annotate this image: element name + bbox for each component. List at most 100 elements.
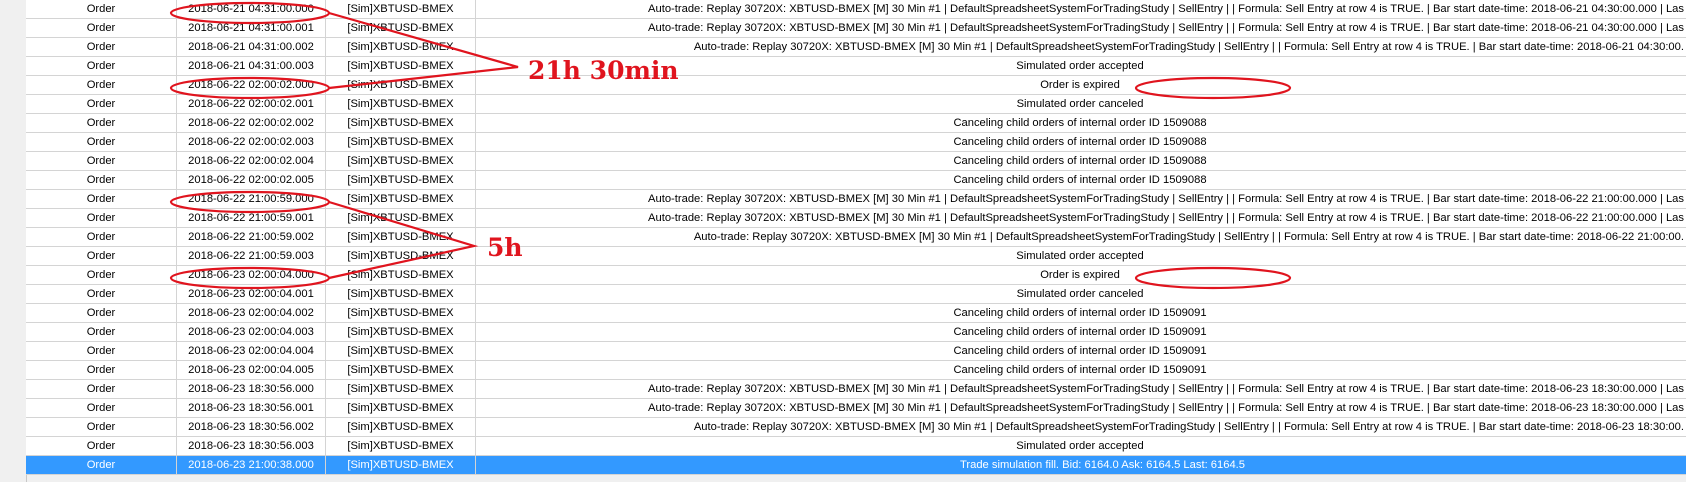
datetime-cell: 2018-06-23 02:00:04.004 <box>177 342 326 360</box>
table-row[interactable]: Order 2018-06-22 02:00:02.002 [Sim]XBTUSD-… <box>26 114 1686 133</box>
table-row[interactable]: Order 2018-06-23 18:30:56.001 [Sim]XBTUSD-… <box>26 399 1686 418</box>
type-cell: Order <box>26 323 177 341</box>
symbol-cell: [Sim]XBTUSD-BMEX <box>326 76 476 94</box>
symbol-cell: [Sim]XBTUSD-BMEX <box>326 38 476 56</box>
type-cell: Order <box>26 133 177 151</box>
datetime-cell: 2018-06-23 02:00:04.001 <box>177 285 326 303</box>
table-row[interactable]: Order 2018-06-22 21:00:59.003 [Sim]XBTUSD-… <box>26 247 1686 266</box>
datetime-cell: 2018-06-23 18:30:56.002 <box>177 418 326 436</box>
datetime-cell: 2018-06-21 04:31:00.003 <box>177 57 326 75</box>
message-cell: Canceling child orders of internal order… <box>953 155 1207 167</box>
table-row[interactable]: Order 2018-06-21 04:31:00.002 [Sim]XBTUSD-… <box>26 38 1686 57</box>
left-gutter <box>0 0 27 482</box>
table-row[interactable]: Order 2018-06-22 02:00:02.005 [Sim]XBTUSD-… <box>26 171 1686 190</box>
datetime-cell: 2018-06-23 02:00:04.005 <box>177 361 326 379</box>
datetime-cell: 2018-06-21 04:31:00.002 <box>177 38 326 56</box>
datetime-cell: 2018-06-21 04:31:00.000 <box>177 0 326 18</box>
datetime-cell: 2018-06-23 18:30:56.003 <box>177 437 326 455</box>
type-cell: Order <box>26 437 177 455</box>
symbol-cell: [Sim]XBTUSD-BMEX <box>326 171 476 189</box>
symbol-cell: [Sim]XBTUSD-BMEX <box>326 342 476 360</box>
table-row[interactable]: Order 2018-06-22 21:00:59.002 [Sim]XBTUSD-… <box>26 228 1686 247</box>
type-cell: Order <box>26 266 177 284</box>
message-cell: Simulated order canceled <box>1016 98 1144 110</box>
message-cell: Canceling child orders of internal order… <box>953 174 1207 186</box>
message-cell: Auto-trade: Replay 30720X: XBTUSD-BMEX [… <box>693 231 1684 243</box>
type-cell: Order <box>26 38 177 56</box>
type-cell: Order <box>26 114 177 132</box>
table-row[interactable]: Order 2018-06-23 02:00:04.000 [Sim]XBTUSD-… <box>26 266 1686 285</box>
type-cell: Order <box>26 380 177 398</box>
datetime-cell: 2018-06-22 21:00:59.000 <box>177 190 326 208</box>
table-row[interactable]: Order 2018-06-22 02:00:02.001 [Sim]XBTUSD-… <box>26 95 1686 114</box>
type-cell: Order <box>26 152 177 170</box>
table-row[interactable]: Order 2018-06-22 21:00:59.000 [Sim]XBTUSD-… <box>26 190 1686 209</box>
message-cell: Order is expired <box>1040 79 1120 91</box>
datetime-cell: 2018-06-22 21:00:59.001 <box>177 209 326 227</box>
message-cell: Canceling child orders of internal order… <box>953 345 1207 357</box>
symbol-cell: [Sim]XBTUSD-BMEX <box>326 19 476 37</box>
table-row[interactable]: Order 2018-06-22 02:00:02.000 [Sim]XBTUSD-… <box>26 76 1686 95</box>
table-row[interactable]: Order 2018-06-22 02:00:02.003 [Sim]XBTUSD-… <box>26 133 1686 152</box>
datetime-cell: 2018-06-23 02:00:04.002 <box>177 304 326 322</box>
symbol-cell: [Sim]XBTUSD-BMEX <box>326 228 476 246</box>
type-cell: Order <box>26 19 177 37</box>
datetime-cell: 2018-06-23 02:00:04.003 <box>177 323 326 341</box>
message-cell: Simulated order canceled <box>1016 288 1144 300</box>
datetime-cell: 2018-06-23 21:00:38.000 <box>177 456 326 474</box>
datetime-cell: 2018-06-22 02:00:02.005 <box>177 171 326 189</box>
table-row[interactable]: Order 2018-06-23 21:00:38.000 [Sim]XBTUSD-… <box>26 456 1686 475</box>
message-cell: Trade simulation fill. Bid: 6164.0 Ask: … <box>959 459 1246 471</box>
message-cell: Simulated order accepted <box>1016 440 1144 452</box>
message-cell: Auto-trade: Replay 30720X: XBTUSD-BMEX [… <box>693 421 1684 433</box>
table-row[interactable]: Order 2018-06-23 02:00:04.005 [Sim]XBTUSD-… <box>26 361 1686 380</box>
message-cell: Canceling child orders of internal order… <box>953 117 1207 129</box>
table-row[interactable]: Order 2018-06-23 18:30:56.000 [Sim]XBTUSD-… <box>26 380 1686 399</box>
message-cell: Canceling child orders of internal order… <box>953 307 1207 319</box>
table-row[interactable]: Order 2018-06-22 21:00:59.001 [Sim]XBTUSD-… <box>26 209 1686 228</box>
message-cell: Auto-trade: Replay 30720X: XBTUSD-BMEX [… <box>648 3 1684 15</box>
type-cell: Order <box>26 399 177 417</box>
type-cell: Order <box>26 418 177 436</box>
symbol-cell: [Sim]XBTUSD-BMEX <box>326 437 476 455</box>
message-cell: Order is expired <box>1040 269 1120 281</box>
type-cell: Order <box>26 57 177 75</box>
message-cell: Auto-trade: Replay 30720X: XBTUSD-BMEX [… <box>693 41 1684 53</box>
message-cell: Auto-trade: Replay 30720X: XBTUSD-BMEX [… <box>648 22 1684 34</box>
table-row[interactable]: Order 2018-06-23 18:30:56.003 [Sim]XBTUSD-… <box>26 437 1686 456</box>
symbol-cell: [Sim]XBTUSD-BMEX <box>326 456 476 474</box>
symbol-cell: [Sim]XBTUSD-BMEX <box>326 152 476 170</box>
datetime-cell: 2018-06-23 02:00:04.000 <box>177 266 326 284</box>
table-row[interactable]: Order 2018-06-21 04:31:00.003 [Sim]XBTUSD-… <box>26 57 1686 76</box>
table-row[interactable]: Order 2018-06-23 02:00:04.002 [Sim]XBTUSD-… <box>26 304 1686 323</box>
trade-activity-log: Order 2018-06-21 04:31:00.000 [Sim]XBTUSD-… <box>0 0 1686 482</box>
table-row[interactable]: Order 2018-06-21 04:31:00.001 [Sim]XBTUSD-… <box>26 19 1686 38</box>
symbol-cell: [Sim]XBTUSD-BMEX <box>326 247 476 265</box>
symbol-cell: [Sim]XBTUSD-BMEX <box>326 114 476 132</box>
symbol-cell: [Sim]XBTUSD-BMEX <box>326 95 476 113</box>
type-cell: Order <box>26 285 177 303</box>
datetime-cell: 2018-06-22 02:00:02.003 <box>177 133 326 151</box>
symbol-cell: [Sim]XBTUSD-BMEX <box>326 209 476 227</box>
type-cell: Order <box>26 76 177 94</box>
message-cell: Canceling child orders of internal order… <box>953 136 1207 148</box>
table-row[interactable]: Order 2018-06-22 02:00:02.004 [Sim]XBTUSD-… <box>26 152 1686 171</box>
type-cell: Order <box>26 361 177 379</box>
message-cell: Auto-trade: Replay 30720X: XBTUSD-BMEX [… <box>648 193 1684 205</box>
type-cell: Order <box>26 456 177 474</box>
symbol-cell: [Sim]XBTUSD-BMEX <box>326 133 476 151</box>
table-row[interactable]: Order 2018-06-21 04:31:00.000 [Sim]XBTUSD-… <box>26 0 1686 19</box>
datetime-cell: 2018-06-22 21:00:59.003 <box>177 247 326 265</box>
type-cell: Order <box>26 171 177 189</box>
symbol-cell: [Sim]XBTUSD-BMEX <box>326 399 476 417</box>
message-cell: Canceling child orders of internal order… <box>953 364 1207 376</box>
table-row[interactable]: Order 2018-06-23 02:00:04.004 [Sim]XBTUSD-… <box>26 342 1686 361</box>
table-row[interactable]: Order 2018-06-23 02:00:04.003 [Sim]XBTUSD-… <box>26 323 1686 342</box>
table-row[interactable]: Order 2018-06-23 18:30:56.002 [Sim]XBTUSD-… <box>26 418 1686 437</box>
datetime-cell: 2018-06-22 21:00:59.002 <box>177 228 326 246</box>
symbol-cell: [Sim]XBTUSD-BMEX <box>326 57 476 75</box>
symbol-cell: [Sim]XBTUSD-BMEX <box>326 418 476 436</box>
table-row[interactable]: Order 2018-06-23 02:00:04.001 [Sim]XBTUSD-… <box>26 285 1686 304</box>
type-cell: Order <box>26 0 177 18</box>
type-cell: Order <box>26 209 177 227</box>
